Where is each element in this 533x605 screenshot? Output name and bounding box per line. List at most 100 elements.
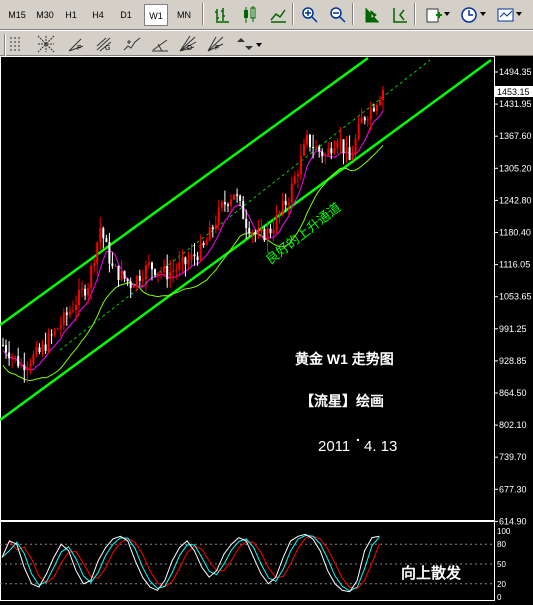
- arrows-icon[interactable]: [234, 34, 254, 54]
- crosshair-icon[interactable]: [122, 34, 142, 54]
- candle-body: [169, 271, 172, 280]
- candle-body: [272, 229, 275, 234]
- author-annotation[interactable]: 【流星】绘画: [300, 393, 384, 409]
- candle-body: [68, 311, 71, 316]
- price-label: 614.90: [499, 516, 527, 526]
- zoom-out-icon[interactable]: [328, 5, 348, 25]
- chevron-down-icon[interactable]: [516, 12, 522, 16]
- candle-body: [172, 270, 175, 272]
- candle-body: [257, 231, 260, 234]
- chart-svg[interactable]: 1494.35 1431.95 1367.60 1305.20 1242.80 1180.…: [0, 56, 533, 602]
- timeframe-mn-button[interactable]: MN: [172, 4, 196, 26]
- toolbar-timeframes: M15 M30 H1 H4 D1 W1 MN: [0, 0, 533, 30]
- timeframe-m15-button[interactable]: M15: [4, 4, 30, 26]
- timeframe-d1-button[interactable]: D1: [114, 4, 138, 26]
- candle-body: [293, 176, 296, 184]
- candle-body: [26, 367, 29, 371]
- price-label: 991.25: [499, 324, 527, 334]
- candle-body: [351, 153, 354, 160]
- candle-body: [306, 134, 308, 145]
- price-label: 1305.20: [499, 163, 532, 173]
- toolbar-drawing-tools: FGDF: [0, 30, 533, 56]
- candle-body: [138, 275, 141, 281]
- candle-body: [178, 262, 181, 270]
- grid-icon[interactable]: [36, 34, 56, 54]
- tool-letter-label: F: [215, 45, 220, 52]
- chart-title-annotation[interactable]: 黄金 W1 走势图: [295, 351, 394, 367]
- chart-background: [0, 56, 533, 601]
- candle-body: [78, 290, 80, 306]
- candle-body: [190, 254, 193, 260]
- price-label: 1494.35: [499, 67, 532, 77]
- autoscroll-icon[interactable]: [390, 5, 410, 25]
- trendline-icon[interactable]: [150, 34, 170, 54]
- candle-body: [90, 266, 93, 289]
- timeframe-w1-button[interactable]: W1: [144, 4, 168, 26]
- candle-body: [242, 200, 245, 219]
- candle-body: [290, 183, 293, 203]
- tool-letter-label: G: [105, 45, 111, 52]
- date-annotation-year[interactable]: 2011: [318, 438, 350, 455]
- candle-body: [327, 148, 330, 155]
- candle-body: [296, 174, 299, 177]
- candle-body: [154, 269, 156, 275]
- candle-body: [309, 134, 311, 148]
- candle-body: [339, 139, 342, 142]
- candle-body: [223, 202, 226, 205]
- candle-body: [233, 194, 235, 200]
- candle-body: [5, 345, 7, 353]
- bar-chart-icon[interactable]: [212, 5, 232, 25]
- candle-body: [84, 288, 87, 296]
- candle-body: [281, 200, 284, 213]
- candle-body: [144, 265, 147, 280]
- candlestick-icon[interactable]: [240, 5, 260, 25]
- chart-area[interactable]: 1494.35 1431.95 1367.60 1305.20 1242.80 1180.…: [0, 56, 533, 602]
- chevron-down-icon[interactable]: [256, 43, 262, 47]
- templates-icon[interactable]: [496, 5, 516, 25]
- pitchfork-icon[interactable]: [94, 34, 114, 54]
- vertical-line-icon[interactable]: [8, 34, 28, 54]
- zoom-in-icon[interactable]: [300, 5, 320, 25]
- candle-body: [239, 195, 242, 201]
- candle-body: [11, 356, 14, 359]
- candle-body: [59, 325, 62, 329]
- candle-body: [151, 262, 153, 270]
- candle-body: [236, 194, 239, 196]
- candle-body: [35, 347, 38, 355]
- candle-body: [345, 147, 348, 154]
- price-axis: 1494.35 1431.95 1367.60 1305.20 1242.80 1180.…: [494, 67, 532, 526]
- candle-body: [132, 286, 135, 288]
- line-chart-icon[interactable]: [268, 5, 288, 25]
- gann-icon[interactable]: [66, 34, 86, 54]
- candle-body: [96, 242, 99, 264]
- candle-body: [284, 200, 287, 205]
- candle-body: [117, 265, 120, 280]
- chart-shift-icon[interactable]: [362, 5, 382, 25]
- new-order-icon[interactable]: [424, 5, 444, 25]
- candle-body: [93, 263, 96, 267]
- candle-body: [275, 214, 278, 230]
- candle-body: [342, 139, 345, 154]
- toolbar-separator: [4, 34, 6, 56]
- candle-body: [199, 243, 202, 260]
- timeframe-h1-button[interactable]: H1: [60, 4, 82, 26]
- candle-body: [227, 204, 229, 206]
- clock-icon[interactable]: [460, 5, 480, 25]
- timeframe-m30-button[interactable]: M30: [32, 4, 58, 26]
- candle-body: [366, 119, 369, 121]
- indicator-annotation[interactable]: 向上散发: [401, 564, 462, 582]
- timeframe-h4-button[interactable]: H4: [86, 4, 110, 26]
- chevron-down-icon[interactable]: [480, 12, 486, 16]
- candle-body: [245, 219, 248, 229]
- toolbar-separator: [202, 3, 204, 25]
- candle-body: [248, 228, 251, 234]
- price-label: 1053.65: [499, 292, 532, 302]
- candle-body: [8, 352, 11, 359]
- candle-body: [141, 279, 144, 281]
- candle-body: [220, 202, 223, 208]
- price-label: 1242.80: [499, 195, 532, 205]
- candle-body: [260, 229, 263, 232]
- chevron-down-icon[interactable]: [444, 12, 450, 16]
- candle-body: [114, 265, 117, 267]
- date-annotation-day[interactable]: 4. 13: [364, 438, 397, 455]
